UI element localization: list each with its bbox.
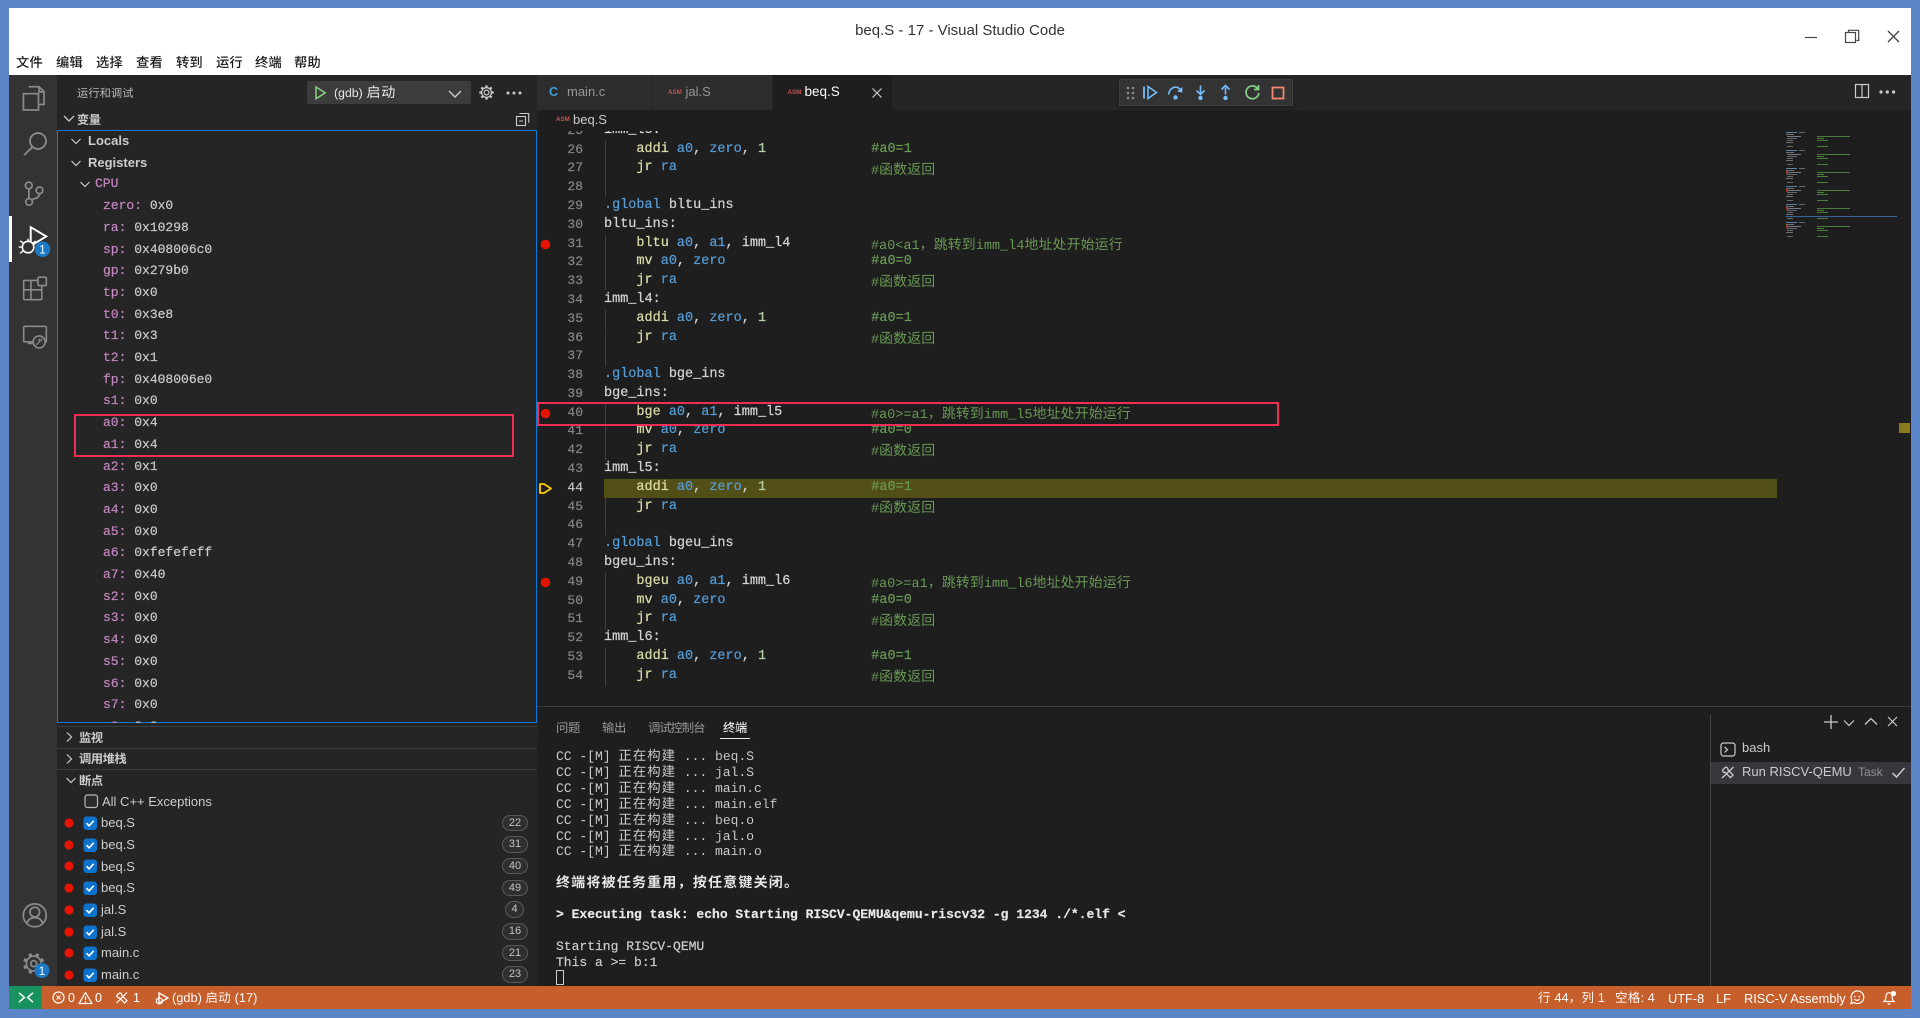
svg-text:1: 1 bbox=[38, 965, 44, 977]
svg-text:1: 1 bbox=[39, 244, 45, 256]
